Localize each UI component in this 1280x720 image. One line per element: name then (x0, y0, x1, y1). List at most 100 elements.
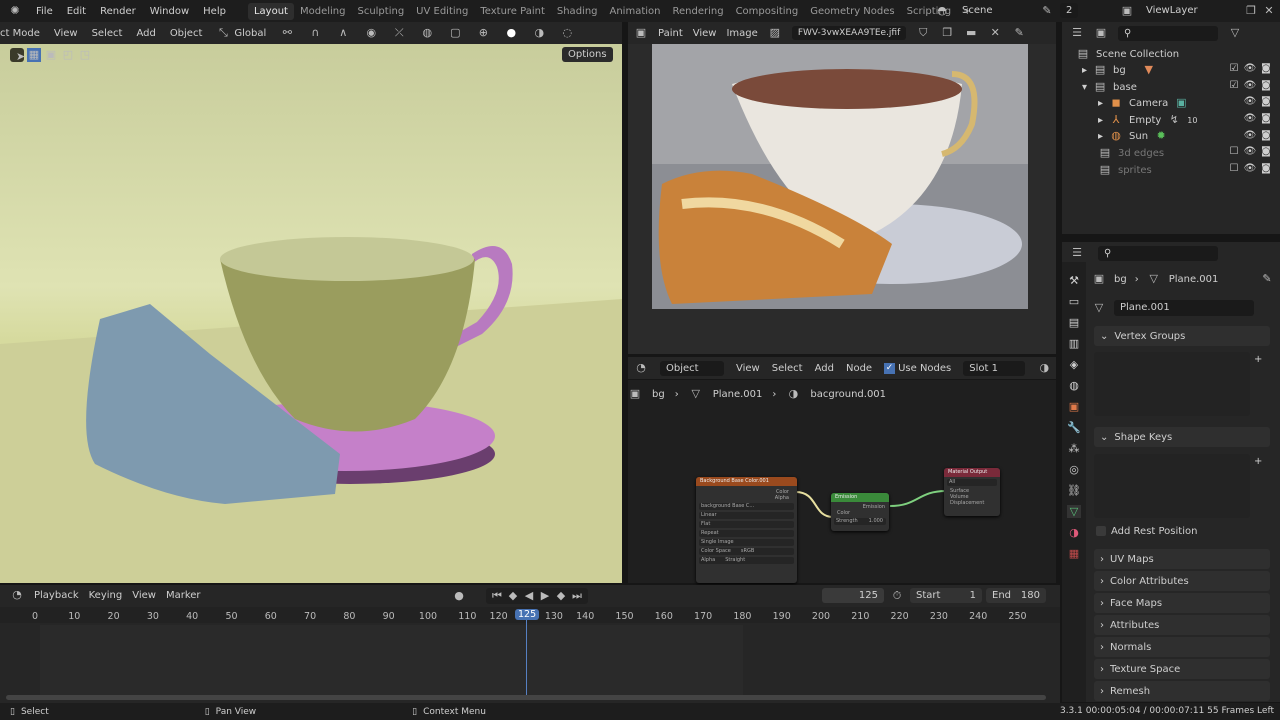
add-shape-key-button[interactable]: + (1254, 456, 1262, 467)
viewlayer-name[interactable]: ViewLayer (1146, 5, 1198, 16)
mode-select[interactable]: ct Mode (0, 28, 40, 39)
output-tab-icon[interactable]: ▤ (1069, 316, 1079, 329)
viewlayer-icon[interactable]: ▣ (1120, 4, 1134, 18)
scene-icon[interactable]: ◓ (935, 4, 949, 18)
add-rest-position-checkbox[interactable]: Add Rest Position (1096, 526, 1197, 537)
unlink-icon[interactable]: ✕ (988, 26, 1002, 40)
slot-select[interactable]: Slot 1 (963, 360, 1026, 376)
stopwatch-icon[interactable]: ⏱ (890, 589, 904, 603)
socket-displacement[interactable]: Displacement (944, 500, 1000, 506)
visibility-icon[interactable]: ◉ (364, 26, 378, 40)
expand-icon[interactable]: ▸ (1098, 131, 1103, 142)
physics-tab-icon[interactable]: ◎ (1069, 463, 1079, 476)
pivot-icon[interactable]: ⚯ (280, 26, 294, 40)
particles-tab-icon[interactable]: ⁂ (1069, 442, 1080, 455)
eye-icon[interactable]: 👁 (1242, 79, 1258, 93)
node-menu-view[interactable]: View (736, 363, 760, 374)
close-icon[interactable]: ✕ (1262, 4, 1276, 18)
outliner-type-icon[interactable]: ☰ (1070, 26, 1084, 40)
socket-alpha[interactable]: Alpha (696, 495, 797, 501)
shading-wireframe-icon[interactable]: ⊕ (476, 26, 490, 40)
image-menu-image[interactable]: Image (726, 28, 757, 39)
tab-modeling[interactable]: Modeling (294, 3, 352, 20)
panel-vertex-groups[interactable]: ⌄ Vertex Groups (1094, 326, 1270, 346)
target-select[interactable]: All (947, 479, 997, 486)
outliner-row-camera[interactable]: ▸ ◼ Camera ▣ (1098, 95, 1188, 111)
alpha-row[interactable]: Alpha Straight (699, 557, 794, 564)
tab-compositing[interactable]: Compositing (730, 3, 805, 20)
image-name-field[interactable]: FWV-3vwXEAA9TEe.jfif (791, 26, 907, 40)
tab-uv-editing[interactable]: UV Editing (410, 3, 474, 20)
viewport-menu-select[interactable]: Select (92, 28, 123, 39)
use-nodes-checkbox[interactable]: ✓ Use Nodes (884, 362, 951, 374)
select-subtract-icon[interactable]: ◰ (61, 48, 75, 62)
strength-field[interactable]: Strength 1.000 (834, 518, 886, 525)
world-tab-icon[interactable]: ◍ (1069, 379, 1079, 392)
outliner-row-sun[interactable]: ▸ ◍ Sun ✹ (1098, 128, 1168, 144)
object-type-select[interactable]: Object (660, 360, 724, 376)
render-icon[interactable]: ◙ (1258, 95, 1274, 109)
playhead-line[interactable] (526, 609, 527, 695)
eye-icon[interactable]: 👁 (1242, 62, 1258, 76)
open-image-icon[interactable]: ▬ (964, 26, 978, 40)
viewport-menu-view[interactable]: View (54, 28, 78, 39)
emission-node[interactable]: Emission Emission Color Strength 1.000 (831, 493, 889, 531)
copy-viewlayer-icon[interactable]: ❐ (1244, 4, 1258, 18)
frame-range-area[interactable] (40, 625, 743, 695)
tab-sculpting[interactable]: Sculpting (351, 3, 410, 20)
eye-icon[interactable]: 👁 (1242, 129, 1258, 143)
playhead-frame-label[interactable]: 125 (515, 609, 540, 620)
select-cursor-icon[interactable]: ➤ (10, 48, 25, 63)
scene-tab-icon[interactable]: ◈ (1070, 358, 1078, 371)
node-menu-add[interactable]: Add (815, 363, 834, 374)
properties-search-input[interactable]: ⚲ (1098, 245, 1218, 261)
view-layer-tab-icon[interactable]: ▥ (1069, 337, 1079, 350)
menu-keying[interactable]: Keying (89, 590, 123, 601)
outliner-row-sprites[interactable]: ▤ sprites (1098, 162, 1152, 178)
node-canvas[interactable]: Background Base Color.001 Color Alpha ba… (628, 380, 1056, 583)
render-icon[interactable]: ◙ (1258, 129, 1274, 143)
menu-render[interactable]: Render (100, 6, 136, 17)
data-tab-icon[interactable]: ▽ (1066, 505, 1082, 518)
snap-icon[interactable]: ∩ (308, 26, 322, 40)
play-icon[interactable]: ▶ (538, 589, 552, 603)
tab-texture-paint[interactable]: Texture Paint (474, 3, 551, 20)
eye-icon[interactable]: 👁 (1242, 162, 1258, 176)
object-tab-icon[interactable]: ▣ (1069, 400, 1079, 413)
scene-users[interactable]: 2 (1060, 3, 1079, 18)
tab-rendering[interactable]: Rendering (666, 3, 729, 20)
render-icon[interactable]: ◙ (1258, 62, 1274, 76)
panel-face-maps[interactable]: › Face Maps (1094, 593, 1270, 613)
constraints-tab-icon[interactable]: ⛓ (1067, 484, 1081, 497)
mesh-name-field[interactable]: Plane.001 (1114, 300, 1254, 316)
modifier-tab-icon[interactable]: 🔧 (1067, 421, 1081, 434)
outliner-search-input[interactable]: ⚲ (1118, 25, 1218, 41)
pin-image-icon[interactable]: ✎ (1012, 26, 1026, 40)
menu-playback[interactable]: Playback (34, 590, 79, 601)
start-frame-field[interactable]: Start 1 (910, 588, 982, 603)
menu-marker[interactable]: Marker (166, 590, 201, 601)
jump-end-icon[interactable]: ⏭ (570, 589, 584, 603)
panel-texture-space[interactable]: › Texture Space (1094, 659, 1270, 679)
expand-icon[interactable]: ▸ (1098, 115, 1103, 126)
tab-layout[interactable]: Layout (247, 2, 294, 20)
select-box-icon[interactable]: ▦ (27, 48, 41, 62)
panel-shape-keys[interactable]: ⌄ Shape Keys (1094, 427, 1270, 447)
projection-select[interactable]: Flat (699, 521, 794, 528)
gizmo-icon[interactable]: ⤫ (392, 26, 406, 40)
color-space-row[interactable]: Color Space sRGB (699, 548, 794, 555)
image-editor-canvas[interactable] (628, 44, 1056, 354)
image-texture-node[interactable]: Background Base Color.001 Color Alpha ba… (696, 477, 797, 583)
horizontal-scrollbar[interactable] (6, 695, 1046, 700)
mesh-browse-icon[interactable]: ▽ (1092, 301, 1106, 315)
fake-user-icon[interactable]: ⛉ (916, 26, 930, 40)
panel-uv-maps[interactable]: › UV Maps (1094, 549, 1270, 569)
proportional-edit-icon[interactable]: ∧ (336, 26, 350, 40)
pin-icon[interactable]: ✎ (1040, 4, 1054, 18)
jump-start-icon[interactable]: ⏮ (490, 589, 504, 603)
image-menu-view[interactable]: View (693, 28, 717, 39)
expand-icon[interactable]: ▸ (1082, 65, 1087, 76)
select-intersect-icon[interactable]: ◳ (78, 48, 92, 62)
vertex-groups-list[interactable] (1094, 352, 1250, 416)
exclude-checkbox[interactable]: ☑ (1226, 62, 1242, 76)
